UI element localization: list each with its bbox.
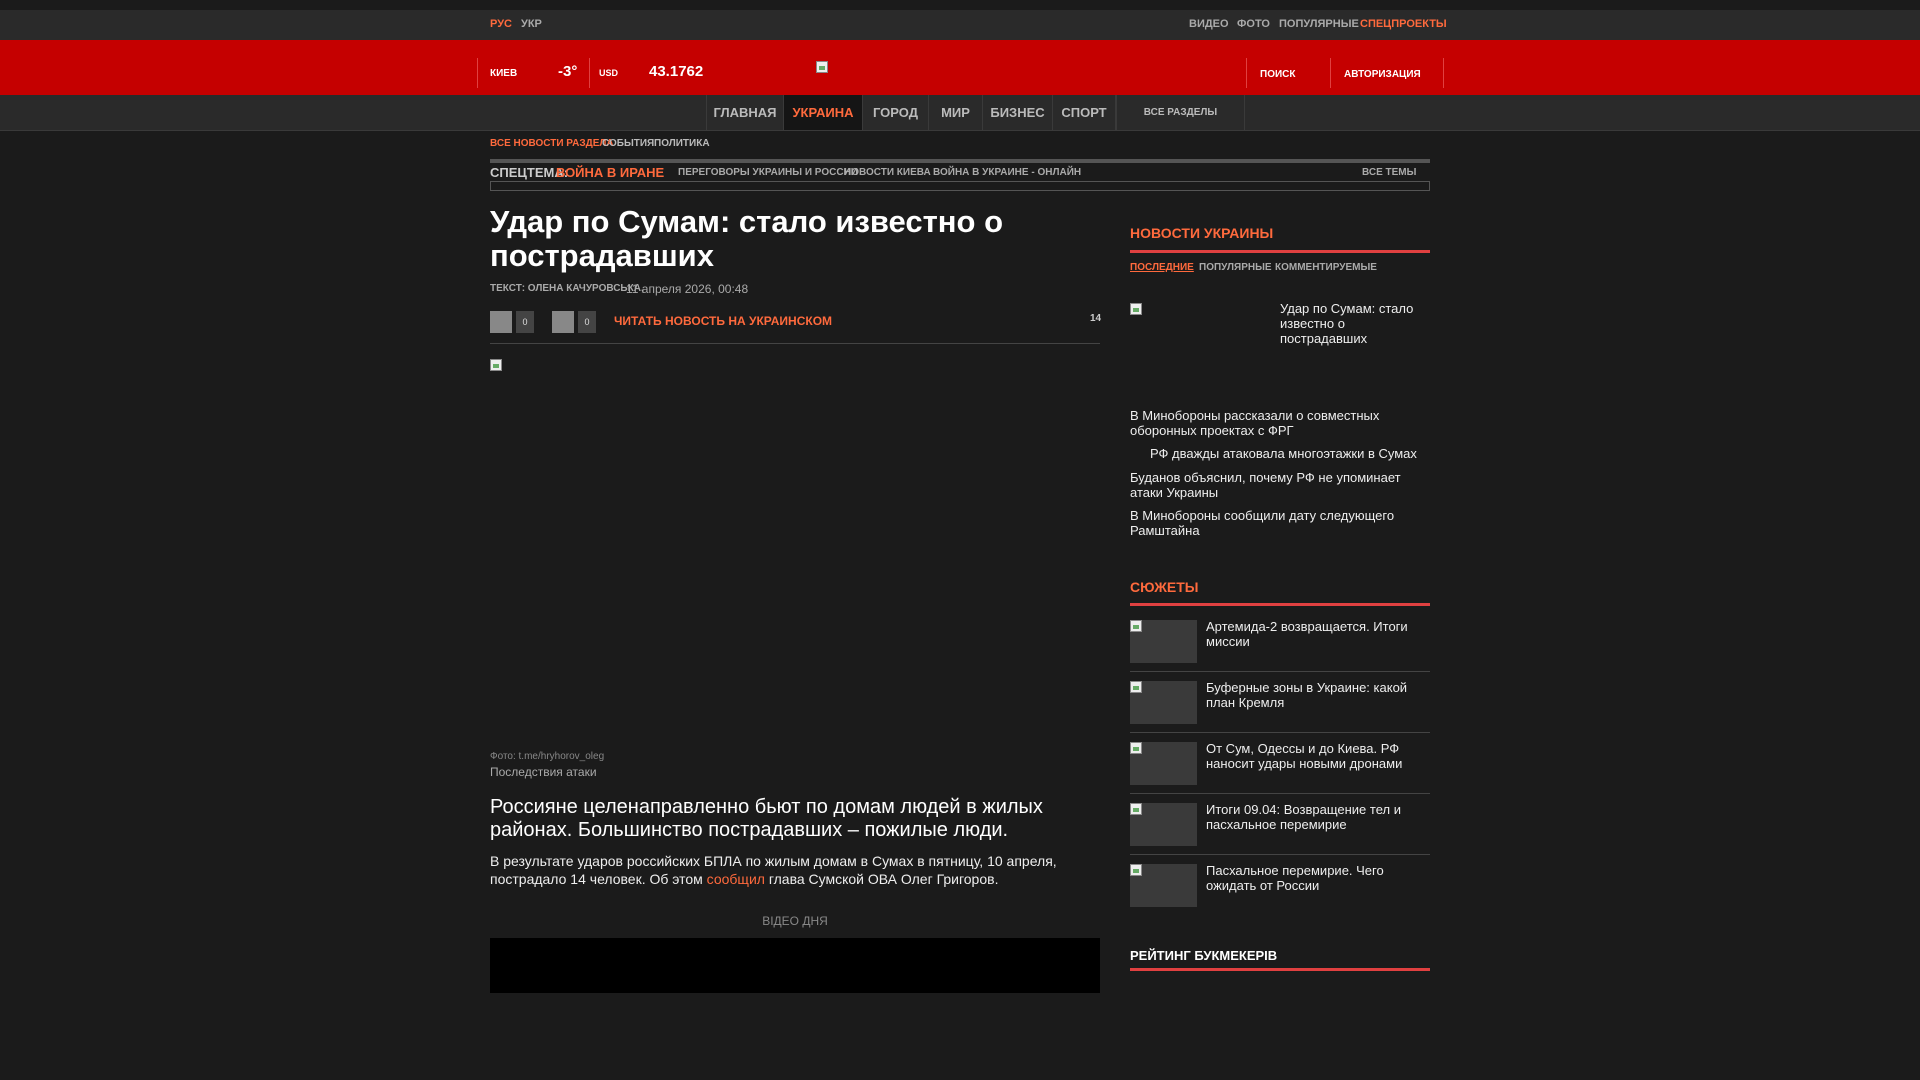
nav-city[interactable]: ГОРОД — [862, 95, 928, 130]
video-of-day-label: ВІДЕО ДНЯ — [762, 914, 828, 928]
top-bar — [0, 0, 1920, 40]
sidebar-news-item[interactable]: В Минобороны рассказали о совместных обо… — [1130, 408, 1420, 438]
photo-credit: Фото: t.me/hryhorov_oleg — [490, 751, 605, 762]
spec-link-war-online[interactable]: ВОЙНА В УКРАИНЕ - ОНЛАЙН — [933, 167, 1081, 178]
article-divider — [490, 343, 1100, 344]
body-source-link[interactable]: сообщил — [707, 871, 765, 887]
story-title[interactable]: Итоги 09.04: Возвращение тел и пасхально… — [1206, 802, 1421, 832]
story-image[interactable] — [1130, 864, 1197, 907]
subnav-all-news[interactable]: ВСЕ НОВОСТИ РАЗДЕЛА — [490, 138, 614, 149]
comments-count[interactable]: 14 — [1090, 313, 1101, 324]
search-button[interactable]: ПОИСК — [1260, 69, 1295, 80]
like-icon[interactable] — [490, 311, 512, 333]
nav-world[interactable]: МИР — [928, 95, 982, 130]
body-text-2: глава Сумской ОВА Олег Григоров. — [764, 871, 999, 887]
tab-commented[interactable]: КОММЕНТИРУЕМЫЕ — [1275, 262, 1377, 273]
share-count: 0 — [578, 311, 596, 333]
currency-label: USD — [599, 68, 619, 78]
lang-rus-link[interactable]: РУС — [490, 18, 512, 30]
featured-news-title[interactable]: Удар по Сумам: стало известно о пострада… — [1280, 301, 1430, 346]
lang-ukr-link[interactable]: УКР — [521, 18, 542, 30]
sidebar-news-item[interactable]: Буданов объяснил, почему РФ не упоминает… — [1130, 470, 1420, 500]
sidebar-news-item[interactable]: РФ дважды атаковала многоэтажки в Сумах — [1150, 446, 1430, 461]
bookmakers-rating-title[interactable]: РЕЙТИНГ БУКМЕКЕРІВ — [1130, 948, 1277, 963]
city-label: КИЕВ — [490, 68, 518, 79]
video-link[interactable]: ВИДЕО — [1189, 18, 1229, 30]
bookmakers-rating-rule — [1130, 968, 1430, 971]
article-date: 11 апреля 2026, 00:48 — [626, 282, 749, 296]
tab-popular[interactable]: ПОПУЛЯРНЫЕ — [1199, 262, 1272, 273]
article-lead: Россияне целенаправленно бьют по домам л… — [490, 796, 1043, 841]
sidebar-news-rule — [1130, 250, 1430, 253]
story-title[interactable]: Пасхальное перемирие. Чего ожидать от Ро… — [1206, 863, 1421, 893]
login-button[interactable]: АВТОРИЗАЦИЯ — [1344, 69, 1421, 80]
story-title[interactable]: Артемида-2 возвращается. Итоги миссии — [1206, 619, 1421, 649]
story-image[interactable] — [1130, 742, 1197, 785]
spec-link-kyiv-news[interactable]: НОВОСТИ КИЕВА — [844, 167, 931, 178]
nav-business[interactable]: БИЗНЕС — [982, 95, 1052, 130]
story-image[interactable] — [1130, 803, 1197, 846]
stories-title[interactable]: СЮЖЕТЫ — [1130, 579, 1198, 595]
sidebar-news-item[interactable]: В Минобороны сообщили дату следующего Ра… — [1130, 508, 1420, 538]
spec-link-negotiations[interactable]: ПЕРЕГОВОРЫ УКРАИНЫ И РОССИИ — [678, 167, 858, 178]
article-photo — [490, 359, 502, 371]
nav-ukraine[interactable]: УКРАИНА — [783, 95, 862, 130]
subnav-events[interactable]: СОБЫТИЯ — [602, 138, 654, 149]
story-image[interactable] — [1130, 681, 1197, 724]
photo-link[interactable]: ФОТО — [1237, 18, 1270, 30]
nav-sport[interactable]: СПОРТ — [1052, 95, 1116, 130]
spec-bar-box — [490, 181, 1430, 191]
photo-caption: Последствия атаки — [490, 765, 597, 779]
article-title: Удар по Сумам: стало известно о пострада… — [490, 204, 1003, 273]
popular-link[interactable]: ПОПУЛЯРНЫЕ — [1279, 18, 1359, 30]
story-image[interactable] — [1130, 620, 1197, 663]
article-author: ТЕКСТ: ОЛЕНА КАЧУРОВСЬКА, — [490, 283, 644, 294]
spec-bar-rule — [490, 159, 1430, 163]
nav-main[interactable]: ГЛАВНАЯ — [706, 95, 783, 130]
site-logo-icon[interactable] — [816, 61, 828, 73]
share-icon[interactable] — [552, 311, 574, 333]
spec-all-topics[interactable]: ВСЕ ТЕМЫ — [1362, 167, 1416, 178]
video-player[interactable] — [490, 938, 1100, 993]
article-body: В результате ударов российских БПЛА по ж… — [490, 852, 1100, 888]
story-title[interactable]: От Сум, Одессы и до Киева. РФ наносит уд… — [1206, 741, 1421, 771]
temperature: -3° — [558, 63, 578, 80]
read-in-ukrainian-link[interactable]: ЧИТАТЬ НОВОСТЬ НА УКРАИНСКОМ — [614, 314, 832, 328]
exchange-rate: 43.1762 — [649, 63, 704, 80]
subnav-politics[interactable]: ПОЛИТИКА — [654, 138, 710, 149]
header-bar — [0, 40, 1920, 95]
spec-topic-link[interactable]: ВОЙНА В ИРАНЕ — [556, 165, 664, 180]
featured-news-image[interactable] — [1130, 303, 1142, 315]
story-title[interactable]: Буферные зоны в Украине: какой план Крем… — [1206, 680, 1421, 710]
tab-latest[interactable]: ПОСЛЕДНИЕ — [1130, 262, 1194, 273]
sidebar-news-title[interactable]: НОВОСТИ УКРАИНЫ — [1130, 225, 1273, 241]
special-projects-link[interactable]: СПЕЦПРОЕКТЫ — [1360, 18, 1447, 30]
like-count: 0 — [516, 311, 534, 333]
nav-all-sections[interactable]: ВСЕ РАЗДЕЛЫ — [1116, 95, 1245, 130]
stories-rule — [1130, 603, 1430, 606]
